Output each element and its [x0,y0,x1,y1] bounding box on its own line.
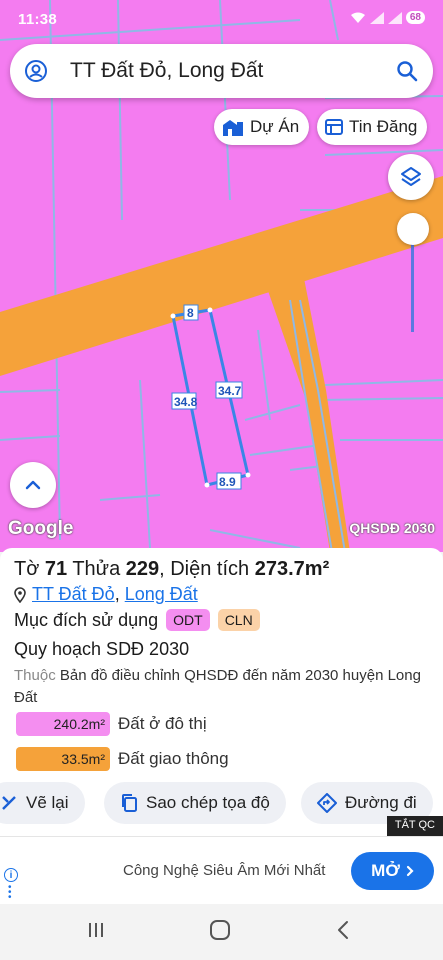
edge-label-bottom: 8.9 [219,475,236,489]
signal-icon [387,11,402,24]
recent-apps-icon[interactable] [86,920,106,940]
search-bar[interactable]: TT Đất Đỏ, Long Đất [10,44,433,98]
user-circle-icon[interactable] [24,59,48,83]
ad-info-icon[interactable]: i [4,868,18,882]
home-icon[interactable] [209,920,231,940]
tin-dang-label: Tin Đăng [349,117,418,136]
ad-options-icon[interactable]: • • • [8,883,12,903]
copy-coordinates-button[interactable]: Sao chép tọa độ [104,782,286,824]
plan-description: Thuộc Bản đồ điều chỉnh QHSDĐ đến năm 20… [14,665,434,709]
plan-text: Bản đồ điều chỉnh QHSDĐ đến năm 2030 huy… [14,667,421,706]
location-separator: , [114,584,125,604]
parcel-prefix: Thửa [67,558,126,580]
copy-coordinates-label: Sao chép tọa độ [146,793,270,812]
plan-title: Quy hoạch SDĐ 2030 [14,639,190,659]
system-nav-bar [0,904,443,960]
road-spur [258,258,350,552]
parcel-info-sheet: Tờ 71 Thửa 229, Diện tích 273.7m² TT Đất… [0,548,443,836]
directions-icon [317,793,337,813]
google-logo: Google [8,518,74,539]
wifi-icon [350,12,365,23]
area-label-residential: Đất ở đô thị [118,714,207,733]
layers-button[interactable] [388,154,434,200]
layers-icon [401,167,421,186]
area-breakdown-road: 33.5m² Đất giao thông [16,747,229,771]
redraw-icon [2,796,16,810]
search-input[interactable]: TT Đất Đỏ, Long Đất [70,59,263,83]
tag-cln: CLN [217,609,260,631]
status-time: 11:38 [18,11,58,28]
opacity-slider-track[interactable] [411,232,414,332]
tag-odt: ODT [166,609,210,631]
redraw-label: Vẽ lại [26,793,69,812]
plan-prefix: Thuộc [14,667,56,684]
parcel-number: 229 [125,558,160,580]
ad-open-label: MỞ [371,861,400,880]
ad-text: Công Nghệ Siêu Âm Mới Nhất [123,862,326,879]
area-value-road: 33.5m² [16,747,110,771]
opacity-slider-handle[interactable] [397,213,429,245]
listing-icon [325,119,343,135]
area-breakdown-residential: 240.2m² Đất ở đô thị [16,712,207,736]
map-view[interactable]: 8 34.8 34.7 8.9 11:38 68 TT Đất Đỏ, Long… [0,0,443,552]
purpose-label: Mục đích sử dụng [14,609,159,630]
land-use-purpose: Mục đích sử dụng ODT CLN [14,609,260,631]
close-ad-button[interactable]: TẮT QC [386,816,443,836]
ad-open-button[interactable]: MỞ [351,852,434,890]
copy-icon [122,794,137,812]
chevron-up-icon [25,480,41,490]
parcel-title: Tờ 71 Thửa 229, Diện tích 273.7m² [14,558,329,581]
parcel-area: 273.7m² [254,558,330,580]
town-link[interactable]: TT Đất Đỏ [32,584,115,604]
du-an-label: Dự Án [250,117,300,136]
main-road [0,176,443,376]
area-prefix: , Diện tích [159,558,255,580]
edge-label-top: 8 [187,306,194,320]
building-icon [223,120,243,136]
du-an-chip[interactable]: Dự Án [214,109,310,145]
location-row: TT Đất Đỏ, Long Đất [14,584,198,605]
sheet-prefix: Tờ [14,558,45,580]
edge-label-left: 34.8 [174,395,198,409]
area-label-road: Đất giao thông [118,749,229,768]
back-icon[interactable] [336,920,350,940]
battery-indicator: 68 [405,11,425,24]
area-value-residential: 240.2m² [16,712,110,736]
tin-dang-chip[interactable]: Tin Đăng [317,109,428,145]
chevron-right-icon [406,865,414,877]
status-bar: 11:38 68 [0,0,443,40]
ad-banner[interactable]: i • • • Công Nghệ Siêu Âm Mới Nhất MỞ [0,836,443,904]
directions-label: Đường đi [345,793,417,812]
expand-sheet-button[interactable] [10,462,56,508]
location-pin-icon [14,586,26,603]
map-layer-name: QHSDĐ 2030 [349,520,435,536]
signal-icon [369,11,384,24]
edge-label-right: 34.7 [218,384,242,398]
redraw-button[interactable]: Vẽ lại [0,782,85,824]
sheet-number: 71 [44,558,68,580]
search-icon[interactable] [395,59,419,83]
status-icons: 68 [350,11,425,24]
district-link[interactable]: Long Đất [125,584,198,604]
